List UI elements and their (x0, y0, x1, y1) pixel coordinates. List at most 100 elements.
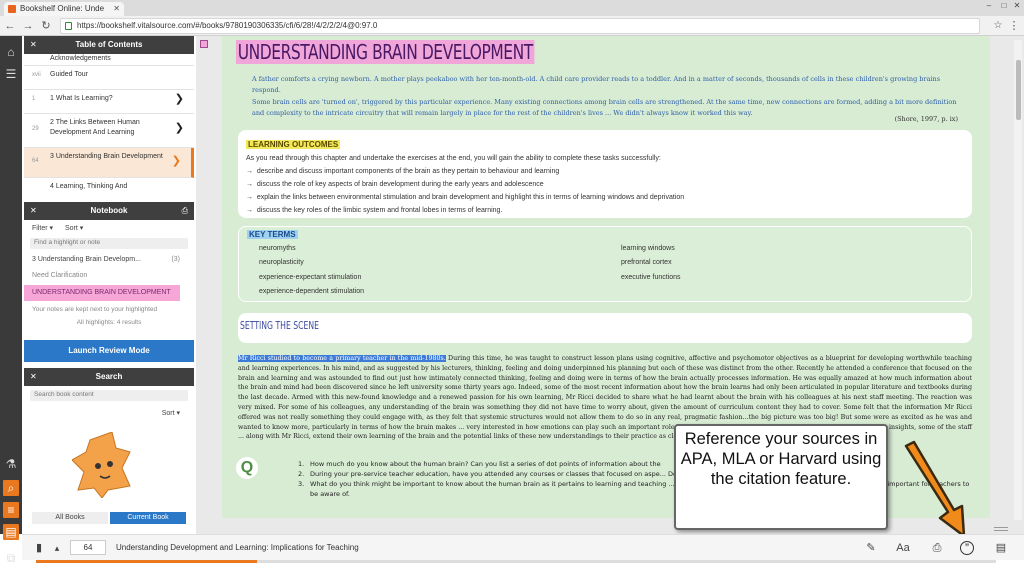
tab-all-books[interactable]: All Books (32, 512, 108, 524)
text-settings-icon[interactable]: Aa (894, 539, 912, 557)
close-toc-icon[interactable]: ✕ (30, 36, 37, 54)
outcome-item: → explain the links between environmenta… (246, 194, 685, 201)
highlight-item[interactable]: UNDERSTANDING BRAIN DEVELOPMENT (24, 285, 180, 301)
page-number-input[interactable]: 64 (70, 540, 106, 555)
key-terms-title: KEY TERMS (247, 230, 298, 239)
book-title: Understanding Development and Learning: … (116, 543, 359, 552)
key-term: neuromyths (259, 245, 296, 252)
toc-item[interactable]: 4 Learning, Thinking And (24, 178, 194, 196)
toc-item[interactable]: Acknowledgements (24, 54, 194, 66)
key-term: prefrontal cortex (621, 259, 672, 266)
notebook-title: Notebook (90, 206, 128, 215)
copy-icon[interactable]: ⧉ (3, 550, 19, 566)
forward-icon[interactable]: → (20, 18, 36, 34)
notes-icon[interactable]: ▤ (992, 539, 1010, 557)
flask-icon[interactable]: ⚗ (3, 456, 19, 472)
search-header: ✕ Search (24, 368, 194, 386)
question-text: How much do you know about the human bra… (310, 460, 661, 468)
outcome-text: explain the links between environmental … (256, 194, 685, 201)
toc-item-num: 1 (32, 96, 36, 102)
scrollbar-thumb[interactable] (1016, 60, 1021, 120)
outcome-item: → describe and discuss important compone… (246, 168, 560, 175)
chapter-title[interactable]: UNDERSTANDING BRAIN DEVELOPMENT (236, 40, 535, 64)
notebook-rail-icon[interactable]: ▤ (3, 524, 19, 540)
chevron-right-icon[interactable]: ❯ (175, 94, 184, 105)
notebook-controls: Filter ▾ Sort ▾ (24, 220, 194, 236)
outcome-text: discuss the key roles of the limbic syst… (256, 207, 503, 214)
back-icon[interactable]: ← (2, 18, 18, 34)
bookmark-star-icon[interactable]: ☆ (990, 18, 1006, 34)
reading-progress-bar[interactable] (36, 560, 996, 563)
tab-title: Bookshelf Online: Unde (20, 4, 105, 13)
print-icon[interactable]: ⎙ (182, 202, 188, 220)
filter-dropdown[interactable]: Filter ▾ (32, 225, 53, 232)
notebook-chapter-count: (3) (171, 256, 180, 263)
notebook-chapter-row[interactable]: 3 Understanding Brain Developm... (3) (24, 251, 194, 269)
close-notebook-icon[interactable]: ✕ (30, 202, 37, 220)
menu-icon[interactable]: ☰ (3, 66, 19, 82)
launch-review-mode-button[interactable]: Launch Review Mode (24, 340, 194, 362)
note-text[interactable]: Your notes are kept next to your highlig… (24, 301, 194, 319)
search-sort-dropdown[interactable]: Sort ▾ (24, 403, 194, 423)
tab-current-book[interactable]: Current Book (110, 512, 186, 524)
page-marker-icon[interactable] (200, 40, 208, 48)
tag-label: Need Clarification (32, 272, 88, 279)
key-term: executive functions (621, 274, 681, 281)
reader-bottom-bar: ▮ ▴ 64 Understanding Development and Lea… (22, 534, 1024, 560)
selected-text-highlight[interactable]: Mr Ricci studied to become a primary tea… (238, 355, 446, 362)
outcome-text: discuss the role of key aspects of brain… (256, 181, 544, 188)
search-panel: ✕ Search Search book content Sort ▾ All … (24, 368, 194, 528)
url-field[interactable]: https://bookshelf.vitalsource.com/#/book… (60, 18, 980, 34)
highlight-search-input[interactable]: Find a highlight or note (30, 238, 188, 249)
book-search-input[interactable]: Search book content (30, 390, 188, 401)
home-icon[interactable]: ⌂ (3, 44, 19, 60)
search-title: Search (95, 372, 123, 381)
outcome-item: → discuss the key roles of the limbic sy… (246, 207, 503, 214)
toc-item-active[interactable]: 64 3 Understanding Brain Development ❯ (24, 148, 194, 178)
notebook-panel: ✕ Notebook ⎙ Filter ▾ Sort ▾ Find a high… (24, 202, 194, 340)
browser-tab[interactable]: Bookshelf Online: Unde ✕ (4, 2, 124, 16)
learning-outcomes-intro: As you read through this chapter and und… (246, 155, 661, 162)
intro-quote: A father comforts a crying newborn. A mo… (252, 74, 962, 118)
maximize-icon[interactable]: □ (997, 1, 1011, 11)
browser-tab-bar: Bookshelf Online: Unde ✕ – □ ✕ (0, 0, 1024, 16)
print-page-icon[interactable]: ⎙ (928, 539, 946, 557)
toc-rail-icon[interactable]: ≡ (3, 502, 19, 518)
bookmark-icon[interactable]: ▮ (30, 539, 48, 557)
browser-menu-icon[interactable]: ⋮ (1006, 18, 1022, 34)
toc-item-num: 64 (32, 158, 39, 164)
page-scrollbar[interactable] (1014, 40, 1022, 520)
notebook-header: ✕ Notebook ⎙ (24, 202, 194, 220)
left-icon-rail: ⌂ ☰ ⚗ ⌕ ≡ ▤ (0, 36, 22, 540)
close-search-icon[interactable]: ✕ (30, 368, 37, 386)
chevron-right-icon[interactable]: ❯ (172, 156, 181, 167)
search-rail-icon[interactable]: ⌕ (3, 480, 19, 496)
reload-icon[interactable]: ↻ (38, 18, 54, 34)
key-term: neuroplasticity (259, 259, 304, 266)
search-illustration (72, 432, 131, 498)
minimize-icon[interactable]: – (982, 1, 996, 11)
learning-outcomes-title: LEARNING OUTCOMES (246, 140, 341, 149)
close-tab-icon[interactable]: ✕ (113, 4, 120, 13)
citation-icon[interactable]: ” (960, 541, 974, 555)
close-window-icon[interactable]: ✕ (1010, 1, 1024, 11)
sort-dropdown[interactable]: Sort ▾ (65, 225, 83, 232)
setting-the-scene-title: SETTING THE SCENE (240, 319, 320, 332)
toc-item-label: Acknowledgements (50, 55, 111, 62)
all-highlights-count: All highlights: 4 results (76, 319, 142, 326)
lock-icon (65, 22, 72, 30)
chevron-right-icon[interactable]: ❯ (175, 123, 184, 134)
notebook-chapter-label: 3 Understanding Brain Developm... (32, 256, 141, 263)
toc-item[interactable]: 29 2 The Links Between Human Development… (24, 114, 194, 148)
toc-list: Acknowledgements xvii Guided Tour 1 1 Wh… (24, 54, 194, 196)
toc-item[interactable]: xvii Guided Tour (24, 66, 194, 90)
toc-item[interactable]: 1 1 What Is Learning? ❯ (24, 90, 194, 114)
collapse-handle[interactable] (994, 527, 1008, 531)
chevron-up-icon[interactable]: ▴ (48, 539, 66, 557)
toc-item-label: 1 What Is Learning? (50, 95, 113, 102)
search-scope-tabs: All Books Current Book (32, 512, 186, 524)
toc-item-label: Guided Tour (50, 71, 89, 78)
highlighter-icon[interactable]: ✎ (862, 539, 880, 557)
search-sort-label: Sort (161, 410, 175, 417)
key-term: experience-dependent stimulation (259, 288, 365, 295)
